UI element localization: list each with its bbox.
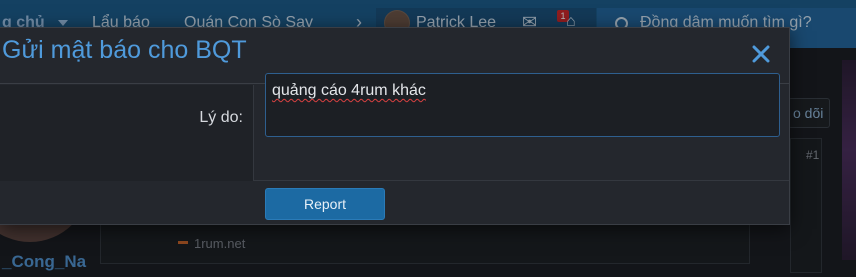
form-label-column: Lý do:: [0, 85, 254, 181]
dialog-footer: Report: [0, 181, 789, 225]
dialog-title: Gửi mật báo cho BQT: [2, 36, 247, 64]
close-icon[interactable]: [749, 42, 773, 66]
report-button[interactable]: Report: [265, 188, 385, 220]
reason-label: Lý do:: [199, 109, 243, 126]
reason-input[interactable]: quảng cáo 4rum khác: [265, 73, 780, 137]
